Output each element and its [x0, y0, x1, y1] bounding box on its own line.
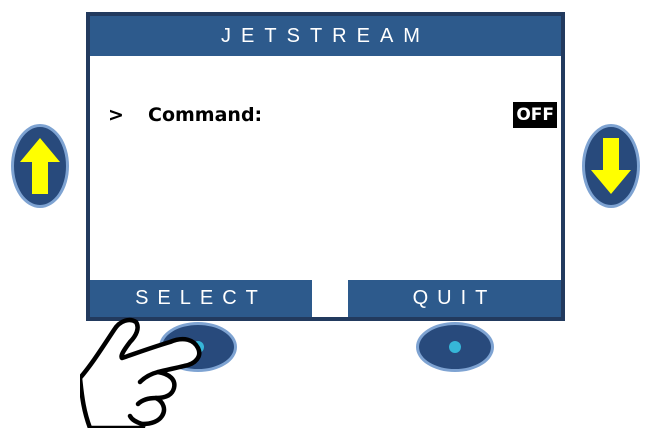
command-value-badge: OFF [513, 102, 557, 128]
quit-button[interactable] [416, 322, 494, 372]
arrow-up-icon [20, 138, 60, 194]
quit-softkey-label: QUIT [348, 280, 561, 317]
quit-button-indicator [449, 341, 461, 353]
screen-title: JETSTREAM [90, 16, 561, 56]
device-display: JETSTREAM > Command: OFF SELECT QUIT [86, 12, 565, 321]
pointing-hand-icon [80, 317, 202, 428]
up-button[interactable] [11, 124, 69, 208]
menu-item-label: Command: [148, 104, 263, 126]
arrow-down-icon [591, 138, 631, 194]
down-button[interactable] [582, 124, 640, 208]
menu-cursor: > [108, 104, 124, 126]
menu-item-command[interactable]: > Command: OFF [108, 100, 557, 130]
